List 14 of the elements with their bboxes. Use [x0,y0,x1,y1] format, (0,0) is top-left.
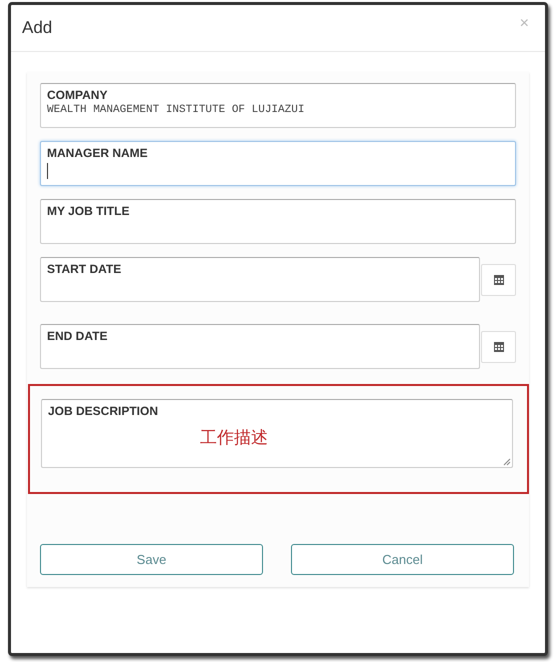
cancel-button[interactable]: Cancel [291,544,514,575]
input-field[interactable]: COMPANY WEALTH MANAGEMENT INSTITUTE OF LUJIAZUI [40,83,516,128]
calendar-button[interactable] [481,264,516,296]
date-field[interactable]: END DATE [40,324,480,369]
calendar-button[interactable] [481,330,516,362]
annotation-text: 工作描述 [200,427,268,449]
dialog-title: Add [22,18,52,38]
resize-handle-icon[interactable] [503,458,511,466]
input-field[interactable]: MANAGER NAME [40,141,516,186]
input-field[interactable]: MY JOB TITLE [40,199,516,244]
calendar-icon [492,340,504,352]
save-button[interactable]: Save [40,544,263,575]
date-field[interactable]: START DATE [40,257,480,302]
calendar-icon [492,274,504,286]
